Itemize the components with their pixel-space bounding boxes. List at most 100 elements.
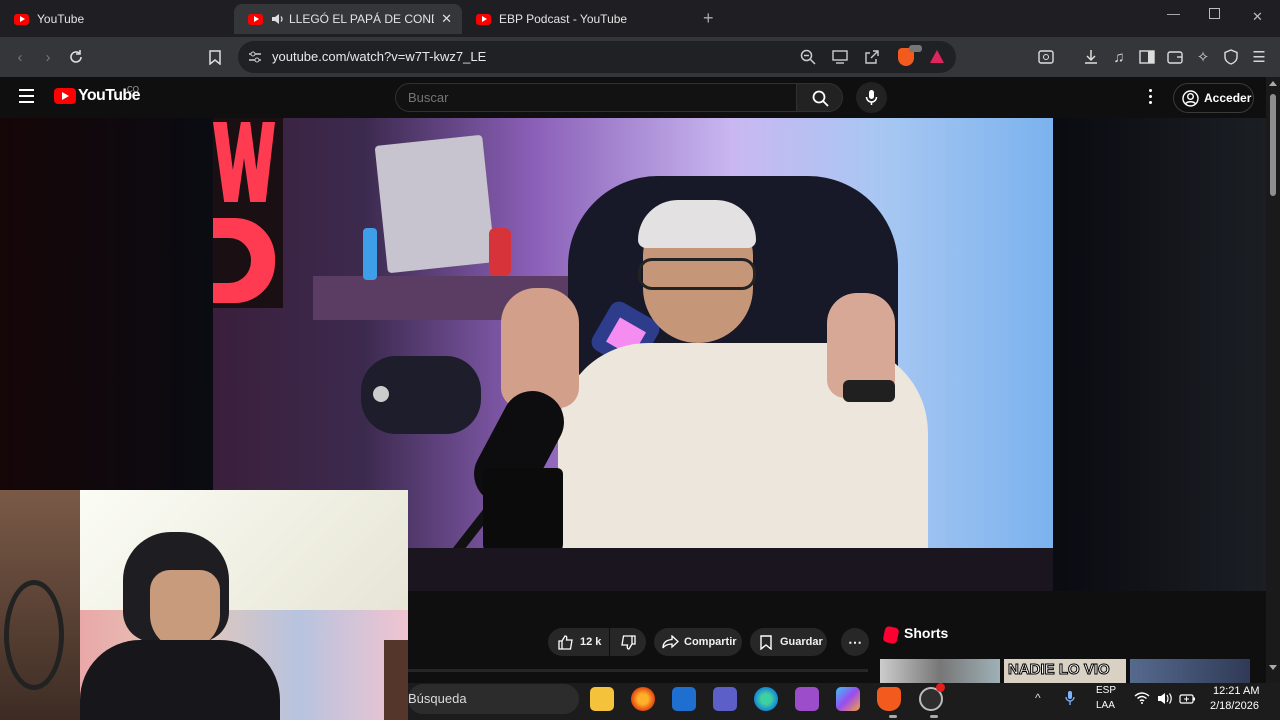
new-tab-icon[interactable]: +	[703, 8, 714, 29]
vpn-shield-icon[interactable]	[1221, 47, 1241, 67]
toy-figure	[489, 228, 511, 276]
keyboard-language[interactable]: ESP	[1096, 685, 1116, 696]
webcam-overlay	[0, 490, 408, 720]
back-icon[interactable]: ‹	[10, 47, 30, 67]
page-scrollbar[interactable]	[1266, 77, 1280, 683]
active-app-indicator	[930, 715, 938, 718]
cast-icon[interactable]	[832, 50, 848, 69]
tab-title: LLEGÓ EL PAPÁ DE CONDER |	[289, 12, 434, 26]
clock-time[interactable]: 12:21 AM	[1213, 685, 1259, 697]
tab-title: EBP Podcast - YouTube	[499, 12, 628, 26]
thumbs-down-icon	[621, 634, 636, 650]
close-window-icon[interactable]: ✕	[1252, 9, 1263, 25]
clock-date[interactable]: 2/18/2026	[1210, 700, 1259, 712]
save-button[interactable]: Guardar	[750, 628, 827, 656]
signin-button[interactable]: Acceder	[1173, 83, 1254, 113]
save-label: Guardar	[780, 636, 823, 648]
speaker-glasses	[638, 258, 756, 290]
close-tab-icon[interactable]: ✕	[441, 11, 452, 27]
more-actions-icon: ⋯	[848, 633, 862, 650]
leo-ai-icon[interactable]: ✧	[1193, 47, 1213, 67]
outlook-icon[interactable]	[672, 687, 696, 711]
thumbs-up-icon	[558, 634, 573, 650]
share-page-icon[interactable]	[864, 49, 880, 70]
speaker-icon[interactable]	[271, 13, 284, 25]
speaker-watch	[843, 380, 895, 402]
scroll-thumb[interactable]	[1270, 94, 1276, 196]
scroll-up-icon[interactable]	[1269, 81, 1277, 86]
forward-icon[interactable]: ›	[38, 47, 58, 67]
brave-rewards-icon[interactable]	[930, 50, 944, 63]
screenshot-icon[interactable]	[1036, 47, 1056, 67]
battery-icon[interactable]	[1179, 692, 1196, 710]
wifi-icon[interactable]	[1134, 691, 1150, 707]
brave-icon[interactable]	[877, 687, 901, 711]
show-hidden-icons-icon[interactable]: ^	[1035, 691, 1041, 705]
divider	[408, 669, 868, 672]
shorts-shelf[interactable]: NADIE LO VIO	[880, 659, 1250, 683]
recording-badge	[936, 683, 945, 692]
taskbar-search[interactable]: Búsqueda	[408, 684, 579, 714]
youtube-favicon-icon	[476, 13, 491, 25]
microphone-icon	[865, 90, 878, 105]
teams-icon[interactable]	[713, 687, 737, 711]
firefox-icon[interactable]	[631, 687, 655, 711]
wallet-icon[interactable]	[1165, 47, 1185, 67]
short-thumbnail-text: NADIE LO VIO	[1008, 661, 1111, 679]
video-meta-section: 12 k Compartir Guardar ⋯ Shorts NADIE LO…	[408, 591, 1266, 683]
taskbar-search-label: Búsqueda	[408, 691, 467, 706]
bottle-figure	[363, 228, 377, 280]
like-count: 12 k	[580, 636, 602, 648]
tray-microphone-icon[interactable]	[1065, 690, 1075, 711]
active-app-indicator	[889, 715, 897, 718]
short-thumbnail[interactable]	[1130, 659, 1250, 683]
bookmark-icon[interactable]	[205, 47, 225, 67]
dislike-button[interactable]	[610, 628, 646, 656]
youtube-favicon-icon	[14, 13, 29, 25]
search-input[interactable]	[408, 90, 778, 105]
site-settings-icon[interactable]	[248, 50, 262, 69]
tab-youtube[interactable]: YouTube	[0, 4, 230, 34]
copilot-icon[interactable]	[836, 687, 860, 711]
clipchamp-icon[interactable]	[795, 687, 819, 711]
tab-title: YouTube	[37, 12, 85, 26]
share-icon	[662, 635, 679, 649]
volume-icon[interactable]	[1157, 692, 1173, 710]
file-explorer-icon[interactable]	[590, 687, 614, 711]
address-bar[interactable]: youtube.com/watch?v=w7T-kwz7_LE	[238, 41, 956, 73]
like-button[interactable]: 12 k	[548, 628, 609, 656]
voice-search-button[interactable]	[856, 82, 887, 113]
play-button-plaque	[374, 134, 496, 274]
more-options-icon[interactable]	[1149, 89, 1153, 104]
tab-ebp-podcast[interactable]: EBP Podcast - YouTube	[462, 4, 692, 34]
more-actions-button[interactable]: ⋯	[841, 628, 869, 656]
guide-menu-icon[interactable]	[19, 89, 34, 103]
search-box[interactable]	[395, 83, 797, 112]
person-face	[150, 570, 220, 650]
keyboard-layout[interactable]: LAA	[1096, 700, 1115, 711]
media-playlist-icon[interactable]: ♫	[1109, 47, 1129, 67]
coffee-mug	[483, 468, 563, 558]
zoom-icon[interactable]	[800, 49, 816, 70]
browser-menu-icon[interactable]: ☰	[1249, 47, 1269, 67]
person-shirt	[80, 640, 280, 720]
reload-icon[interactable]	[66, 47, 86, 67]
edge-icon[interactable]	[754, 687, 778, 711]
shorts-heading: Shorts	[904, 625, 949, 641]
share-button[interactable]: Compartir	[654, 628, 742, 656]
short-thumbnail[interactable]	[880, 659, 1000, 683]
short-thumbnail[interactable]: NADIE LO VIO	[1004, 659, 1126, 683]
scroll-down-icon[interactable]	[1269, 665, 1277, 670]
url-text[interactable]: youtube.com/watch?v=w7T-kwz7_LE	[272, 49, 486, 64]
download-icon[interactable]	[1081, 47, 1101, 67]
account-icon	[1182, 89, 1199, 107]
share-label: Compartir	[684, 636, 737, 648]
maximize-icon[interactable]	[1209, 8, 1220, 19]
sidebar-icon[interactable]	[1137, 47, 1157, 67]
speaker-hair	[638, 200, 756, 248]
tab-active-video[interactable]: LLEGÓ EL PAPÁ DE CONDER | ✕	[234, 4, 462, 34]
minimize-icon[interactable]: —	[1167, 6, 1180, 21]
shorts-logo-icon	[882, 625, 900, 645]
youtube-logo-icon[interactable]	[54, 88, 76, 104]
search-button[interactable]	[797, 83, 843, 112]
